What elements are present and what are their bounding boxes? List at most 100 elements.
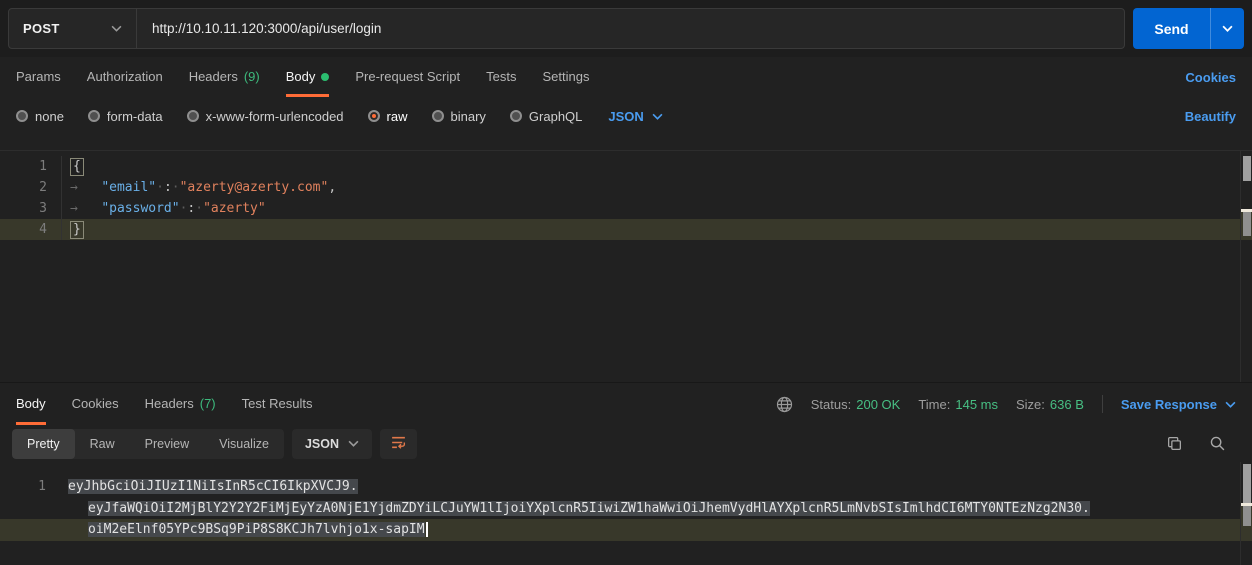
response-panel: Body Cookies Headers (7) Test Results St… [0,382,1252,565]
tab-label: Cookies [72,396,119,411]
json-value: "azerty@azerty.com" [180,180,329,195]
scrollbar-thumb[interactable] [1243,156,1251,181]
view-pretty[interactable]: Pretty [12,429,75,459]
language-select[interactable]: JSON [608,109,662,124]
response-body-viewer: 1 eyJhbGciOiJIUzI1NiIsInR5cCI6IkpXVCJ9. … [0,462,1252,565]
request-panel: POST Send Params Authorization Headers (… [0,0,1252,382]
tab-label: Authorization [87,69,163,84]
mode-label: none [35,109,64,124]
close-brace: } [70,221,84,239]
radio-icon [187,110,199,122]
code-line: 1 { [0,156,1252,177]
tab-pre-request-script[interactable]: Pre-request Script [355,57,460,97]
indent-marker-icon: → [70,180,78,195]
scrollbar-thumb[interactable] [1243,506,1251,526]
radio-icon [88,110,100,122]
code-line: 3 → "password"·:·"azerty" [0,198,1252,219]
tab-headers[interactable]: Headers (9) [189,57,260,97]
view-switcher: Pretty Raw Preview Visualize [12,429,284,459]
chevron-down-icon [348,440,359,447]
response-language-select[interactable]: JSON [292,429,372,459]
request-body-editor[interactable]: 1 { 2 → "email"·:·"azerty@azerty.com", 3… [0,150,1252,382]
editor-scrollbar[interactable] [1240,151,1252,382]
scrollbar-thumb[interactable] [1243,212,1251,236]
radio-icon [16,110,28,122]
time-badge: Time: 145 ms [918,397,998,412]
method-url-group: POST [8,8,1125,49]
save-response-button[interactable]: Save Response [1121,397,1236,412]
radio-selected-icon [368,110,380,122]
tab-settings[interactable]: Settings [542,57,589,97]
tab-label: Tests [486,69,516,84]
mode-label: binary [451,109,486,124]
response-scrollbar[interactable] [1240,462,1252,565]
response-line: eyJfaWQiOiI2MjBlY2Y2Y2FiMjEyYzA0NjE1Yjdm… [0,498,1252,520]
tab-body[interactable]: Body [286,57,330,97]
status-badge: Status: 200 OK [811,397,901,412]
copy-icon[interactable] [1166,435,1183,452]
mode-raw[interactable]: raw [368,109,408,124]
mode-form-data[interactable]: form-data [88,109,163,124]
request-tabs: Params Authorization Headers (9) Body Pr… [0,57,1252,97]
method-select[interactable]: POST [9,9,137,48]
view-preview[interactable]: Preview [130,429,204,459]
code-line-active: 4 } [0,219,1252,240]
line-number: 4 [0,219,62,240]
code-line: 2 → "email"·:·"azerty@azerty.com", [0,177,1252,198]
tab-label: Body [16,396,46,411]
divider [1102,395,1103,413]
tab-label: Body [286,69,316,84]
language-label: JSON [608,109,643,124]
view-visualize[interactable]: Visualize [204,429,284,459]
search-icon[interactable] [1209,435,1226,452]
unsaved-changes-dot-icon [321,73,329,81]
cookies-link[interactable]: Cookies [1185,70,1236,85]
body-mode-row: none form-data x-www-form-urlencoded raw… [0,97,1252,135]
chevron-down-icon [1225,401,1236,408]
tab-label: Pre-request Script [355,69,460,84]
open-brace: { [70,158,84,176]
send-button[interactable]: Send [1133,8,1210,49]
response-tab-headers[interactable]: Headers (7) [145,383,216,425]
mode-label: x-www-form-urlencoded [206,109,344,124]
json-value: "azerty" [203,201,266,216]
scrollbar-thumb[interactable] [1243,464,1251,503]
url-input[interactable] [137,9,1124,48]
tab-params[interactable]: Params [16,57,61,97]
radio-icon [510,110,522,122]
view-raw[interactable]: Raw [75,429,130,459]
tab-label: Headers [145,396,194,411]
size-badge: Size: 636 B [1016,397,1084,412]
jwt-header-segment: eyJhbGciOiJIUzI1NiIsInR5cCI6IkpXVCJ9. [68,479,358,494]
send-options-button[interactable] [1210,8,1244,49]
mode-binary[interactable]: binary [432,109,486,124]
response-toolbar: Pretty Raw Preview Visualize JSON [0,425,1252,462]
mode-graphql[interactable]: GraphQL [510,109,582,124]
chevron-down-icon [111,25,122,32]
response-line-active: oiM2eElnf05YPc9BSq9PiP8S8KCJh7lvhjo1x-sa… [0,519,1252,541]
response-line: 1 eyJhbGciOiJIUzI1NiIsInR5cCI6IkpXVCJ9. [0,476,1252,498]
mode-x-www-form-urlencoded[interactable]: x-www-form-urlencoded [187,109,344,124]
globe-icon [776,396,793,413]
mode-none[interactable]: none [16,109,64,124]
chevron-down-icon [652,113,663,120]
radio-icon [432,110,444,122]
response-tab-test-results[interactable]: Test Results [242,383,313,425]
response-tab-body[interactable]: Body [16,383,46,425]
wrap-text-icon [390,434,407,454]
wrap-lines-button[interactable] [380,429,417,459]
tab-label: Params [16,69,61,84]
tab-label: Headers [189,69,238,84]
response-tab-cookies[interactable]: Cookies [72,383,119,425]
request-url-bar: POST Send [0,0,1252,57]
tab-authorization[interactable]: Authorization [87,57,163,97]
text-cursor [426,522,428,537]
tab-label: Test Results [242,396,313,411]
line-number: 2 [0,177,62,198]
tab-tests[interactable]: Tests [486,57,516,97]
beautify-link[interactable]: Beautify [1185,109,1236,124]
headers-count-badge: (7) [200,396,216,411]
mode-label: GraphQL [529,109,582,124]
mode-label: raw [387,109,408,124]
headers-count-badge: (9) [244,69,260,84]
